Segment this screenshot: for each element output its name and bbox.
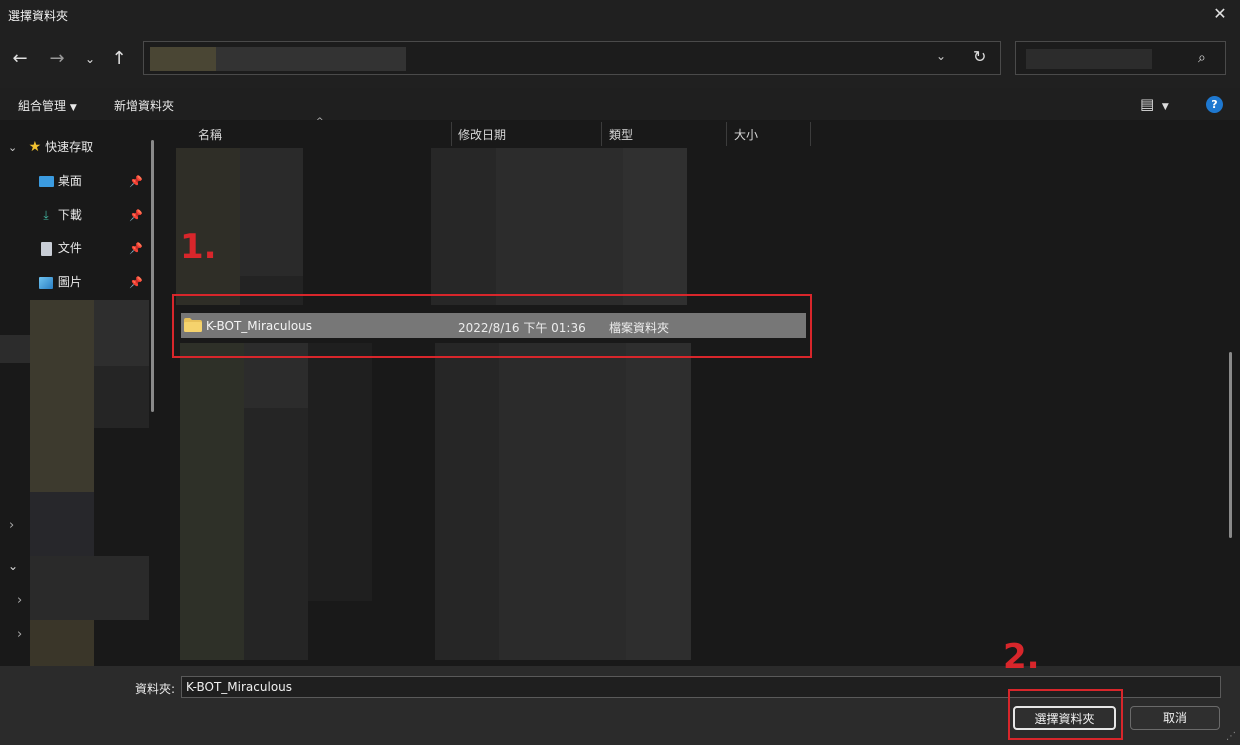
search-input[interactable] <box>1015 41 1226 75</box>
chevron-down-icon[interactable]: ⌄ <box>8 559 18 573</box>
folder-field-label: 資料夾: <box>135 682 176 696</box>
column-divider[interactable] <box>601 122 602 146</box>
quick-access-label: 快速存取 <box>45 140 94 154</box>
new-folder-button[interactable]: 新增資料夾 <box>114 97 174 114</box>
sidebar-item-label: 文件 <box>57 241 82 255</box>
pin-icon[interactable]: 📌 <box>129 209 143 222</box>
list-scrollbar[interactable] <box>1229 352 1232 538</box>
chevron-right-icon[interactable]: › <box>17 593 22 608</box>
command-bar <box>0 88 1240 120</box>
resize-grip-icon[interactable]: ⋰ <box>1226 731 1236 742</box>
address-path-redacted <box>150 47 216 71</box>
quick-access-item[interactable]: ⌄ ★ 快速存取 <box>8 137 93 157</box>
download-icon: ⤓ <box>43 208 49 222</box>
caret-down-icon: ▼ <box>1158 102 1169 112</box>
redacted-region <box>180 343 244 660</box>
column-header-modified[interactable]: 修改日期 <box>458 126 506 143</box>
arrow-left-icon[interactable]: ← <box>10 48 30 70</box>
redacted-region <box>308 343 372 601</box>
annotation-step-1: 1. <box>180 227 217 267</box>
column-header-size[interactable]: 大小 <box>734 126 758 143</box>
arrow-right-icon[interactable]: → <box>47 48 67 70</box>
document-icon <box>38 238 54 258</box>
redacted-region <box>0 335 30 363</box>
column-divider[interactable] <box>451 122 452 146</box>
redacted-region <box>30 556 149 620</box>
sidebar-item-label: 下載 <box>57 208 82 222</box>
star-icon: ★ <box>28 139 42 155</box>
organize-label: 組合管理 <box>18 99 67 113</box>
organize-button[interactable]: 組合管理 ▼ <box>18 97 77 114</box>
sort-caret-icon: ^ <box>316 117 324 127</box>
list-view-icon: ▤ <box>1140 95 1155 113</box>
pictures-icon <box>38 272 54 292</box>
chevron-down-icon[interactable]: ⌄ <box>80 48 100 70</box>
sidebar-item-downloads[interactable]: ⤓ 下載 <box>38 205 82 225</box>
caret-down-icon: ▼ <box>69 103 77 113</box>
annotation-highlight-box <box>172 294 812 358</box>
sidebar-item-documents[interactable]: 文件 <box>38 238 82 258</box>
sidebar-scrollbar[interactable] <box>151 140 154 412</box>
column-header-type[interactable]: 類型 <box>609 126 633 143</box>
sidebar-item-desktop[interactable]: 桌面 <box>38 171 82 191</box>
title-bar <box>0 0 1240 30</box>
window-title: 選擇資料夾 <box>8 9 69 23</box>
annotation-step-2: 2. <box>1003 637 1040 677</box>
redacted-region <box>496 148 623 305</box>
cancel-button[interactable]: 取消 <box>1130 706 1220 730</box>
select-folder-button[interactable]: 選擇資料夾 <box>1013 706 1116 730</box>
redacted-region <box>435 343 499 660</box>
sidebar-item-pictures[interactable]: 圖片 <box>38 272 82 292</box>
refresh-icon[interactable]: ↻ <box>973 47 986 66</box>
sidebar-item-label: 桌面 <box>57 174 82 188</box>
chevron-down-icon: ⌄ <box>8 141 18 154</box>
redacted-region <box>623 148 687 305</box>
column-divider[interactable] <box>810 122 811 146</box>
redacted-region <box>244 408 308 660</box>
column-header-name[interactable]: 名稱 <box>198 126 222 143</box>
address-path-redacted <box>216 47 406 71</box>
chevron-right-icon[interactable]: › <box>17 627 22 642</box>
address-bar[interactable] <box>143 41 1001 75</box>
redacted-region <box>240 148 303 276</box>
chevron-down-icon[interactable]: ⌄ <box>936 49 946 63</box>
desktop-icon <box>38 171 54 191</box>
pin-icon[interactable]: 📌 <box>129 276 143 289</box>
pin-icon[interactable]: 📌 <box>129 242 143 255</box>
redacted-region <box>94 300 149 366</box>
redacted-region <box>30 300 94 492</box>
sidebar-item-label: 圖片 <box>57 275 82 289</box>
pin-icon[interactable]: 📌 <box>129 175 143 188</box>
redacted-region <box>626 343 691 660</box>
search-icon[interactable]: ⌕ <box>1198 50 1206 66</box>
close-icon[interactable]: ✕ <box>1210 4 1230 24</box>
view-options-button[interactable]: ▤ ▼ <box>1140 95 1169 113</box>
redacted-region <box>30 620 94 666</box>
redacted-region <box>431 148 496 305</box>
column-divider[interactable] <box>726 122 727 146</box>
help-icon[interactable]: ? <box>1206 96 1223 113</box>
redacted-region <box>94 366 149 428</box>
redacted-region <box>30 492 94 556</box>
redacted-region <box>499 343 626 660</box>
search-text-redacted <box>1026 49 1152 69</box>
chevron-right-icon[interactable]: › <box>9 518 14 533</box>
arrow-up-icon[interactable]: ↑ <box>109 48 129 70</box>
